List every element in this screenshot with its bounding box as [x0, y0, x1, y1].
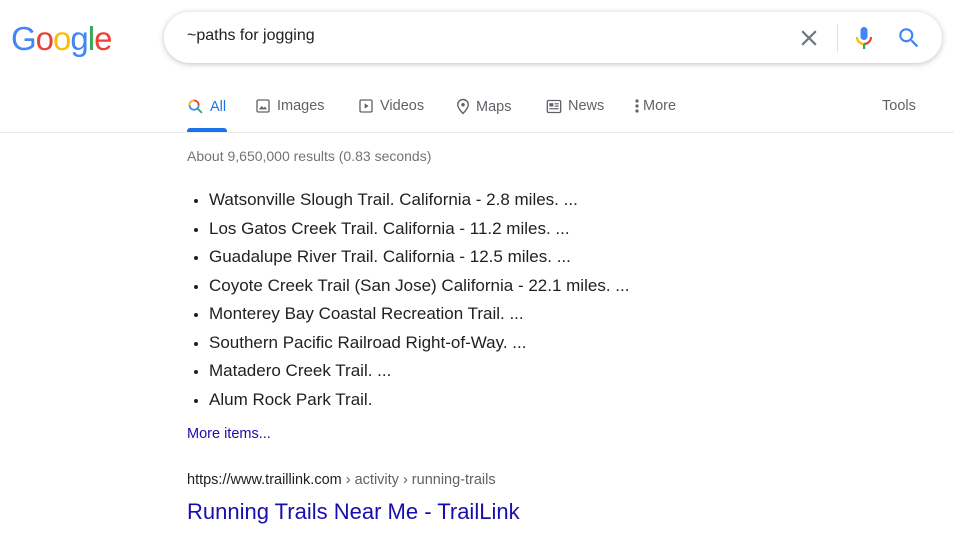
result-url[interactable]: https://www.traillink.com › activity › r… [187, 472, 496, 488]
tab-label: All [210, 98, 227, 115]
tab-label: News [568, 98, 605, 114]
divider [837, 24, 838, 52]
featured-snippet-list: Watsonville Slough Trail. California - 2… [187, 186, 629, 414]
list-item: Coyote Creek Trail (San Jose) California… [209, 272, 629, 301]
list-item: Los Gatos Creek Trail. California - 11.2… [209, 215, 629, 244]
image-icon [255, 98, 271, 114]
list-item: Watsonville Slough Trail. California - 2… [209, 186, 629, 215]
voice-search-button[interactable] [852, 25, 876, 51]
map-pin-icon [456, 98, 470, 115]
tab-label: Images [277, 98, 325, 114]
search-button[interactable] [896, 25, 922, 51]
list-item: Southern Pacific Railroad Right-of-Way. … [209, 329, 629, 358]
logo-letter: g [70, 20, 88, 57]
tab-more[interactable]: More [634, 98, 676, 114]
google-logo[interactable]: Google [11, 20, 112, 58]
list-item: Monterey Bay Coastal Recreation Trail. .… [209, 300, 629, 329]
search-icon [899, 28, 919, 48]
logo-letter: o [53, 20, 71, 57]
logo-letter: o [35, 20, 54, 57]
close-icon [801, 30, 817, 46]
list-item: Alum Rock Park Trail. [209, 386, 629, 415]
search-icon [187, 98, 204, 115]
search-input[interactable]: ~paths for jogging [187, 27, 315, 45]
more-vert-icon [634, 98, 640, 114]
result-breadcrumb: › activity › running-trails [341, 472, 496, 488]
tab-all[interactable]: All [187, 98, 226, 115]
list-item: Matadero Creek Trail. ... [209, 357, 629, 386]
tools-button[interactable]: Tools [882, 98, 916, 114]
microphone-icon [855, 27, 873, 49]
tab-news[interactable]: News [546, 98, 604, 114]
active-tab-indicator [187, 128, 227, 132]
result-domain: https://www.traillink.com [187, 472, 342, 488]
result-title-link[interactable]: Running Trails Near Me - TrailLink [187, 499, 520, 525]
search-box[interactable]: ~paths for jogging [164, 12, 942, 63]
more-items-link[interactable]: More items... [187, 426, 271, 442]
tab-images[interactable]: Images [255, 98, 325, 114]
search-tabs: All Images Videos Maps News More Tools [0, 88, 954, 133]
result-stats: About 9,650,000 results (0.83 seconds) [187, 148, 432, 164]
list-item: Guadalupe River Trail. California - 12.5… [209, 243, 629, 272]
tools-label: Tools [882, 98, 916, 114]
logo-letter: e [94, 20, 112, 57]
tab-videos[interactable]: Videos [358, 98, 424, 114]
tab-label: Maps [476, 98, 512, 115]
tab-maps[interactable]: Maps [456, 98, 511, 115]
tab-label: Videos [380, 98, 425, 114]
tab-label: More [643, 98, 677, 114]
newspaper-icon [546, 99, 562, 114]
clear-button[interactable] [796, 25, 822, 51]
play-icon [358, 98, 374, 114]
logo-letter: G [11, 20, 37, 57]
